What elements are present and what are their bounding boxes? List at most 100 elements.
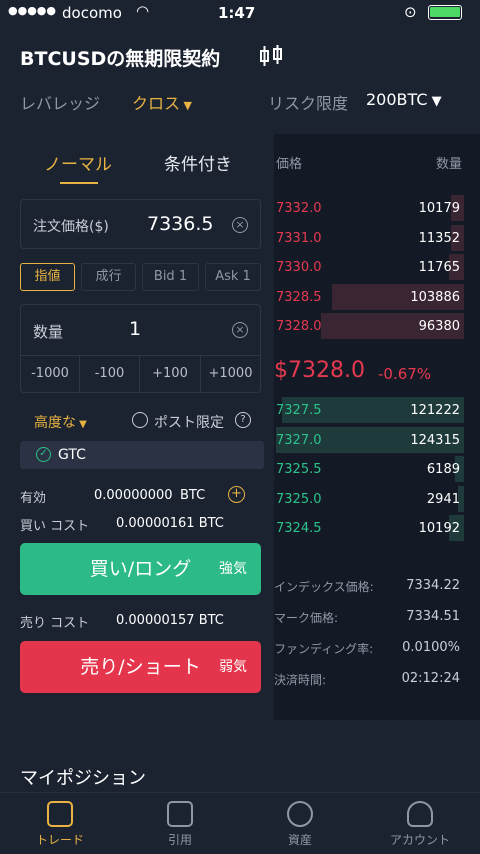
carrier-name: docomo [62,4,122,22]
price-input[interactable]: 注文価格($) 7336.5 × [20,199,261,249]
ask-qty: 11352 [418,230,460,246]
buy-cost-label: 買い コスト [20,519,90,534]
info-row: インデックス価格: 7334.22 [274,578,464,595]
order-type-limit[interactable]: 指値 [20,263,75,291]
candlestick-chart-icon[interactable] [258,44,284,68]
margin-mode-dropdown[interactable]: クロス ▼ [132,90,192,114]
tab-conditional[interactable]: 条件付き [164,150,232,175]
risk-limit-label: リスク限度 [268,94,349,113]
nav-quotes[interactable]: 引用 [120,801,240,848]
bid-row[interactable]: 7327.0 124315 [274,426,464,453]
ask-price: 7331.0 [276,230,322,246]
ask-price: 7330.0 [276,260,322,275]
step-minus-100[interactable]: -100 [80,355,140,393]
battery-icon [428,5,462,20]
caret-down-icon: ▼ [180,99,192,112]
wifi-icon: ◠ [136,2,150,20]
risk-limit-value: 200BTC [366,90,428,109]
bid-price: 7325.5 [276,462,322,477]
add-funds-icon[interactable]: + [228,486,245,503]
info-row: ファンディング率: 0.0100% [274,640,464,657]
buy-long-button[interactable]: 買い/ロング 強気 [20,543,261,595]
help-icon[interactable]: ? [235,412,251,428]
bid-row[interactable]: 7325.5 6189 [274,456,464,482]
caret-down-icon: ▼ [427,94,442,109]
buy-button-label: 買い/ロング [89,558,192,580]
ask-price: 7328.0 [276,319,322,334]
positions-section: マイポジション [0,734,480,792]
advanced-label: 高度な [34,415,76,431]
ask-row[interactable]: 7331.0 11352 [274,224,464,251]
tab-normal[interactable]: ノーマル [44,150,112,175]
margin-mode-value: クロス [132,94,181,113]
positions-title: マイポジション [20,768,146,789]
sell-button-tag: 弱気 [219,659,247,675]
header: BTCUSDの無期限契約 レバレッジ クロス ▼ リスク限度 200BTC ▼ [0,26,480,134]
price-label: 注文価格($) [33,219,109,235]
ask-price: 7328.5 [276,289,322,305]
page-title: BTCUSDの無期限契約 [20,48,221,70]
nav-account[interactable]: アカウント [360,801,480,848]
post-only-radio[interactable] [132,412,148,428]
nav-assets-label: 資産 [287,833,312,847]
ask-row[interactable]: 7328.0 96380 [274,313,464,339]
nav-account-label: アカウント [389,833,450,847]
order-type-ask1[interactable]: Ask 1 [205,263,261,291]
buy-cost-value: 0.00000161 BTC [116,516,224,531]
ask-qty: 10179 [418,201,460,216]
ask-row[interactable]: 7330.0 11765 [274,254,464,280]
nav-quotes-label: 引用 [167,833,192,847]
nav-trade[interactable]: トレード [0,801,120,848]
bid-row[interactable]: 7325.0 2941 [274,485,464,512]
signal-icon: ●●●●● [8,4,56,17]
time-in-force-selector[interactable]: ✓ GTC [20,441,264,469]
active-tab-indicator [60,182,98,184]
leverage-label: レバレッジ [20,94,101,113]
info-label: マーク価格: [274,611,339,625]
rotation-lock-icon: ⊙ [404,3,417,21]
step-minus-1000[interactable]: -1000 [20,355,80,393]
clock: 1:47 [218,4,256,22]
available-unit: BTC [180,488,206,503]
info-label: ファンディング率: [274,642,374,656]
info-value: 7334.22 [406,578,460,593]
bid-price: 7327.5 [276,403,322,418]
order-type-market[interactable]: 成行 [81,263,136,291]
ask-row[interactable]: 7332.0 10179 [274,195,464,221]
orderbook-qty-header: 数量 [436,157,463,172]
sell-short-button[interactable]: 売り/ショート 弱気 [20,641,261,693]
nav-assets[interactable]: 資産 [240,801,360,848]
risk-limit-dropdown[interactable]: 200BTC ▼ [366,90,442,109]
user-icon [407,801,433,827]
trade-chart-icon [47,801,73,827]
clear-icon[interactable]: × [232,322,248,338]
ask-qty: 96380 [418,319,460,334]
tif-value: GTC [58,447,86,463]
bid-price: 7327.0 [276,432,322,448]
bid-row[interactable]: 7324.5 10192 [274,515,464,541]
info-value: 0.0100% [402,640,460,655]
orderbook-price-header: 価格 [276,157,303,172]
sell-button-label: 売り/ショート [80,656,201,678]
advanced-dropdown[interactable]: 高度な ▼ [34,412,87,432]
check-circle-icon: ✓ [36,447,51,462]
step-plus-100[interactable]: +100 [140,355,201,393]
step-plus-1000[interactable]: +1000 [201,355,261,393]
bid-price: 7325.0 [276,491,322,507]
quantity-label: 数量 [33,323,64,341]
ask-row[interactable]: 7328.5 103886 [274,283,464,310]
order-type-bid1[interactable]: Bid 1 [142,263,199,291]
quantity-input[interactable]: 数量 1 × [20,304,261,356]
sell-cost-label: 売り コスト [20,616,90,631]
post-only-label: ポスト限定 [154,415,224,431]
assets-icon [287,801,313,827]
ask-qty: 11765 [418,260,460,275]
order-tabs: ノーマル 条件付き [0,134,274,188]
bid-qty: 124315 [410,432,460,448]
info-value: 02:12:24 [401,671,460,686]
quote-arrow-icon [167,801,193,827]
caret-down-icon: ▼ [76,419,87,430]
quantity-value: 1 [129,318,142,340]
bid-row[interactable]: 7327.5 121222 [274,397,464,423]
clear-icon[interactable]: × [232,217,248,233]
